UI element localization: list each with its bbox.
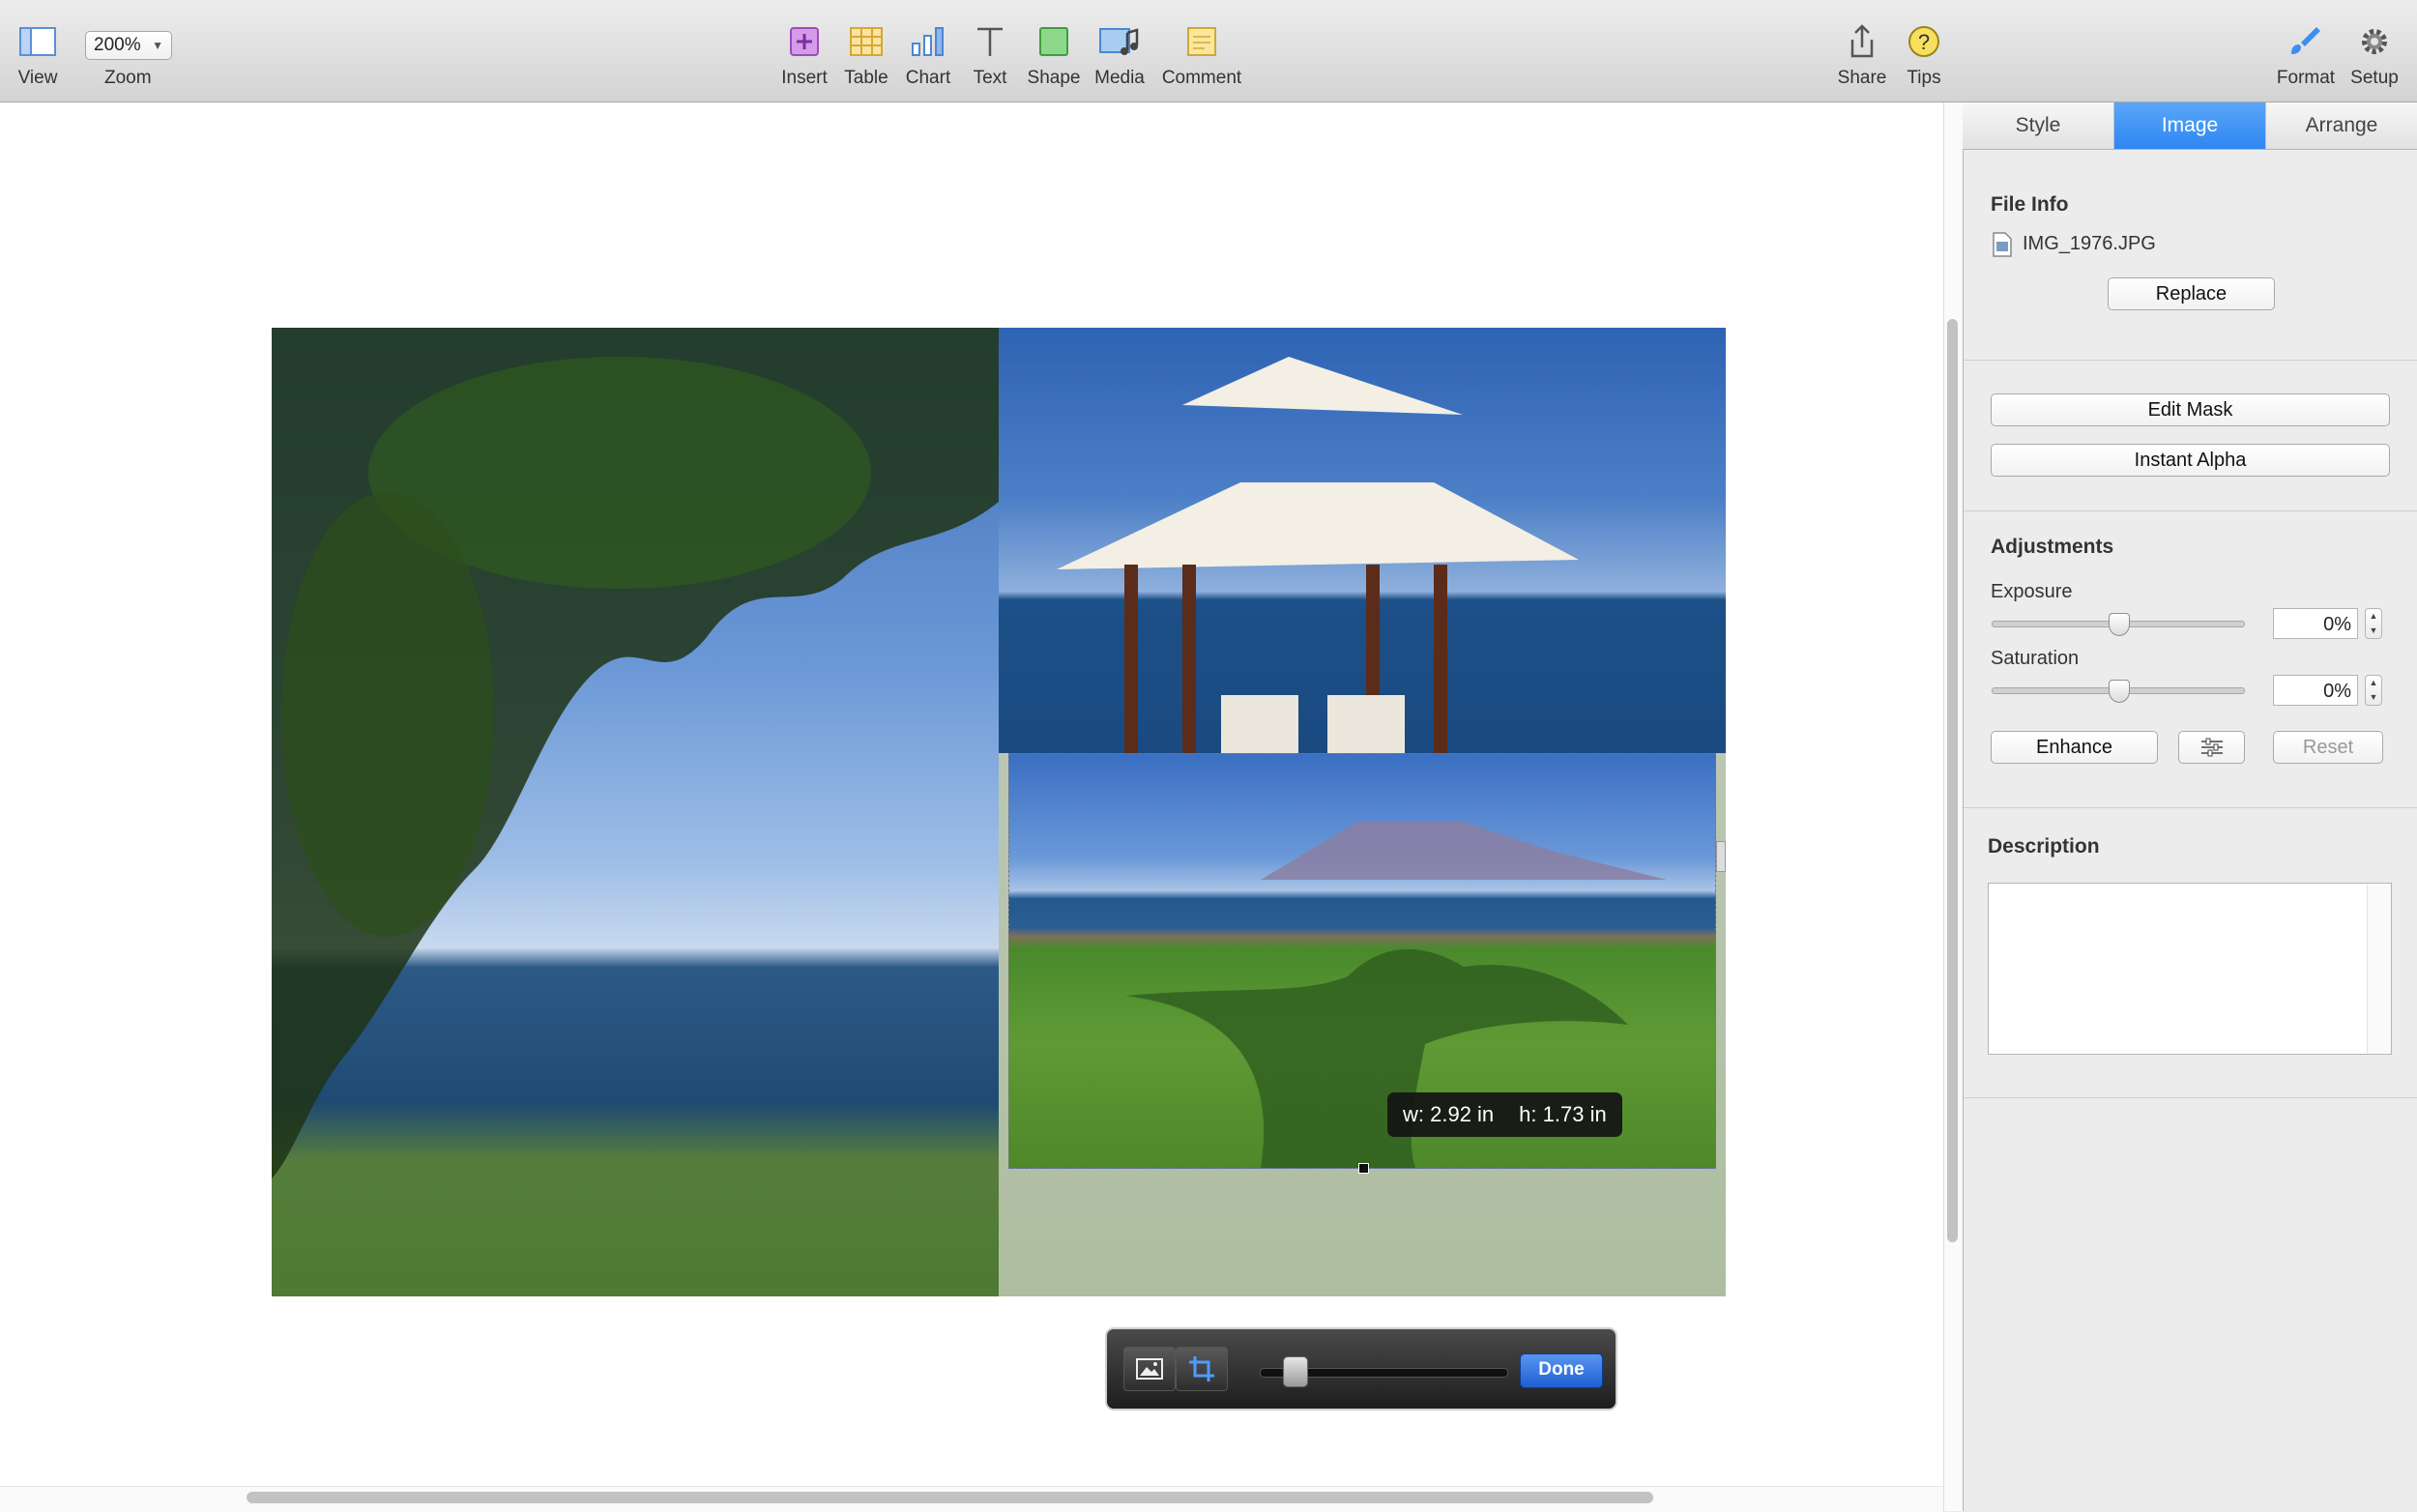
horizontal-scroll-thumb[interactable]	[247, 1492, 1653, 1503]
svg-text:?: ?	[1918, 30, 1930, 54]
view-icon	[18, 17, 57, 66]
tree-branches-shape	[272, 328, 999, 1178]
format-label: Format	[2276, 68, 2336, 88]
description-scrollbar[interactable]	[2367, 885, 2391, 1053]
description-title: Description	[1988, 835, 2100, 858]
dimension-tooltip: w: 2.92 in h: 1.73 in	[1387, 1092, 1622, 1137]
file-info-title: File Info	[1991, 193, 2069, 216]
saturation-stepper[interactable]: ▲ ▼	[2365, 675, 2382, 706]
enhance-button[interactable]: Enhance	[1991, 731, 2158, 764]
comment-icon	[1185, 17, 1218, 66]
instant-alpha-button[interactable]: Instant Alpha	[1991, 444, 2390, 477]
divider	[1964, 1097, 2417, 1098]
replace-button[interactable]: Replace	[2108, 277, 2275, 310]
photo-tree-ocean[interactable]	[272, 328, 999, 1296]
exposure-stepper[interactable]: ▲ ▼	[2365, 608, 2382, 639]
height-readout: h: 1.73 in	[1519, 1102, 1607, 1126]
insert-icon	[788, 17, 821, 66]
gear-icon	[2357, 17, 2392, 66]
reset-button[interactable]: Reset	[2273, 731, 2383, 764]
adjust-settings-button[interactable]	[2178, 731, 2245, 764]
question-mark-icon: ?	[1907, 17, 1941, 66]
saturation-label: Saturation	[1991, 648, 2080, 669]
vertical-scroll-thumb[interactable]	[1947, 319, 1958, 1242]
paintbrush-icon	[2287, 17, 2324, 66]
sliders-icon	[2200, 738, 2223, 757]
photo-gazebo[interactable]	[999, 328, 1726, 753]
exposure-slider-knob[interactable]	[2109, 613, 2130, 636]
chevron-down-icon: ▼	[152, 39, 163, 52]
crop-handle-right[interactable]	[1716, 841, 1726, 872]
shape-label: Shape	[1027, 68, 1081, 88]
edit-mask-toggle[interactable]	[1176, 1347, 1228, 1391]
edit-mask-button[interactable]: Edit Mask	[1991, 393, 2390, 426]
table-icon	[849, 17, 884, 66]
comment-button[interactable]: Comment	[1158, 17, 1245, 89]
adjustments-title: Adjustments	[1991, 536, 2114, 558]
file-name: IMG_1976.JPG	[2023, 233, 2156, 254]
media-icon	[1098, 17, 1141, 66]
exposure-label: Exposure	[1991, 581, 2073, 602]
tab-image[interactable]: Image	[2114, 102, 2266, 149]
setup-button[interactable]: Setup	[2331, 17, 2417, 89]
view-label: View	[17, 68, 58, 88]
table-label: Table	[844, 68, 888, 88]
tips-label: Tips	[1907, 68, 1941, 88]
comment-label: Comment	[1161, 68, 1242, 88]
crop-handle-bottom[interactable]	[1358, 1163, 1369, 1174]
divider	[1964, 510, 2417, 511]
setup-label: Setup	[2350, 68, 2399, 88]
edit-image-button[interactable]	[1123, 1347, 1176, 1391]
gazebo-shape	[1057, 357, 1579, 753]
toolbar: View 200% ▼ Zoom Insert Table Chart Text…	[0, 0, 2417, 102]
saturation-slider-knob[interactable]	[2109, 680, 2130, 703]
description-textarea[interactable]	[1988, 883, 2392, 1055]
chart-label: Chart	[905, 68, 951, 88]
tips-button[interactable]: ? Tips	[1880, 17, 1967, 89]
zoom-value: 200%	[94, 35, 141, 55]
crop-icon	[1189, 1356, 1214, 1381]
exposure-field[interactable]: 0%	[2273, 608, 2358, 639]
tab-style[interactable]: Style	[1963, 102, 2114, 149]
view-button[interactable]: View	[0, 17, 81, 89]
chart-icon	[910, 17, 946, 66]
media-label: Media	[1094, 68, 1145, 88]
mask-edit-bar: Done	[1105, 1327, 1617, 1410]
text-icon	[975, 17, 1005, 66]
image-icon	[1136, 1358, 1163, 1380]
shape-icon	[1037, 17, 1070, 66]
media-button[interactable]: Media	[1076, 17, 1163, 89]
text-label: Text	[973, 68, 1007, 88]
divider	[1964, 807, 2417, 808]
inspector-tabs: Style Image Arrange	[1963, 102, 2417, 150]
zoom-label: Zoom	[104, 68, 152, 88]
saturation-field[interactable]: 0%	[2273, 675, 2358, 706]
done-button[interactable]: Done	[1520, 1353, 1603, 1388]
share-icon	[1848, 17, 1877, 66]
zoom-select[interactable]: 200% ▼	[85, 31, 172, 60]
file-icon	[1993, 232, 2012, 262]
width-readout: w: 2.92 in	[1403, 1102, 1495, 1126]
divider	[1964, 360, 2417, 361]
tab-arrange[interactable]: Arrange	[2266, 102, 2417, 149]
insert-label: Insert	[781, 68, 828, 88]
scale-slider-knob[interactable]	[1283, 1356, 1308, 1387]
share-label: Share	[1837, 68, 1887, 88]
